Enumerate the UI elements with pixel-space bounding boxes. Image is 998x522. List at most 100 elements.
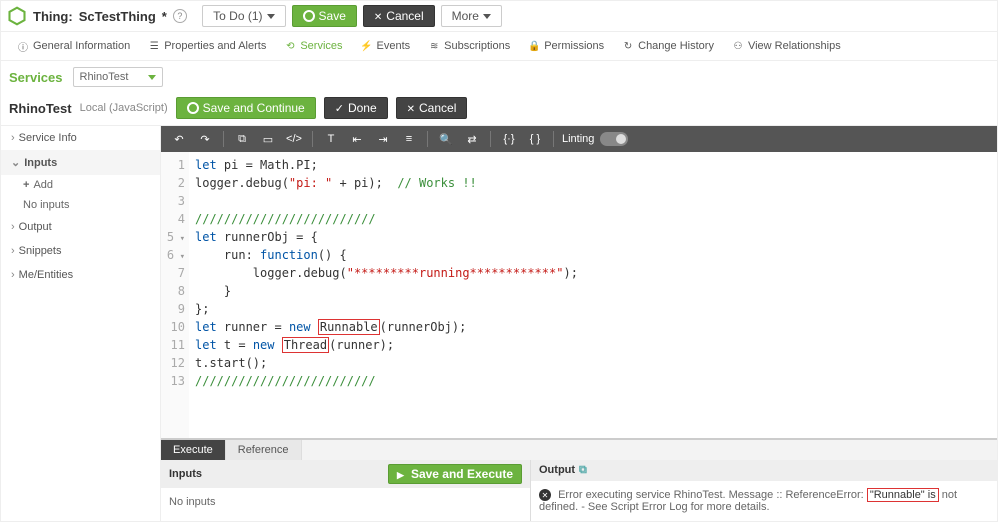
done-button[interactable]: Done [324, 97, 388, 119]
caret-down-icon [483, 14, 491, 19]
service-side-panel: Service Info Inputs Add No inputs Output… [1, 126, 161, 521]
save-label: Save [319, 9, 346, 23]
bottom-tabs: Execute Reference [161, 440, 997, 460]
bolt-icon: ⚡ [361, 40, 373, 52]
inputs-panel: Inputs Save and Execute No inputs [161, 460, 531, 522]
tab-permissions[interactable]: 🔒Permissions [520, 36, 612, 56]
editor-column: ↶ ↷ ⧉ ▭ </> T ⇤ ⇥ ≡ 🔍 ⇄ {·} { } Linting [161, 126, 997, 521]
service-select[interactable]: RhinoTest [73, 67, 163, 87]
side-inputs[interactable]: Inputs [1, 150, 160, 175]
thing-hexagon-icon [7, 6, 27, 26]
linting-label: Linting [562, 133, 594, 145]
cancel-button[interactable]: Cancel [363, 5, 435, 27]
link-icon: ⟲ [284, 40, 296, 52]
linting-toggle[interactable] [600, 132, 628, 146]
output-title: Output [539, 464, 575, 476]
tab-change-history[interactable]: ↻Change History [614, 36, 722, 56]
status-dropdown[interactable]: To Do (1) [202, 5, 285, 27]
replace-button[interactable]: ⇄ [462, 129, 482, 149]
rss-icon: ≋ [428, 40, 440, 52]
ring-icon [303, 10, 315, 22]
output-panel: Output ✕ Error executing service RhinoTe… [531, 460, 997, 522]
refresh-icon: ↻ [622, 40, 634, 52]
side-output[interactable]: Output [1, 215, 160, 239]
save-and-continue-button[interactable]: Save and Continue [176, 97, 316, 119]
highlight-thread: Thread [282, 337, 329, 353]
side-me-entities[interactable]: Me/Entities [1, 263, 160, 287]
dirty-marker: * [162, 9, 167, 24]
fold-button[interactable]: {·} [499, 129, 519, 149]
search-button[interactable]: 🔍 [436, 129, 456, 149]
error-highlight-runnable: "Runnable" is [867, 488, 939, 502]
more-label: More [452, 9, 479, 23]
cancel-icon [374, 9, 382, 23]
comment-button[interactable]: ▭ [258, 129, 278, 149]
services-header: Services RhinoTest [1, 61, 997, 93]
side-snippets[interactable]: Snippets [1, 239, 160, 263]
align-button[interactable]: ≡ [399, 129, 419, 149]
bottom-tab-reference[interactable]: Reference [226, 440, 302, 460]
status-label: To Do (1) [213, 9, 262, 23]
more-dropdown[interactable]: More [441, 5, 502, 27]
tab-events[interactable]: ⚡Events [353, 36, 419, 56]
highlight-runnable: Runnable [318, 319, 380, 335]
cancel-label: Cancel [386, 9, 423, 23]
graph-icon: ⚇ [732, 40, 744, 52]
service-name: RhinoTest [9, 101, 72, 116]
service-kind: Local (JavaScript) [80, 102, 168, 114]
caret-down-icon [148, 75, 156, 80]
service-detail-header: RhinoTest Local (JavaScript) Save and Co… [1, 93, 997, 126]
chevron-right-icon [11, 245, 19, 257]
lock-icon: 🔒 [528, 40, 540, 52]
entity-type-label: Thing: [33, 9, 73, 24]
service-cancel-button[interactable]: Cancel [396, 97, 468, 119]
error-text-prefix: Error executing service RhinoTest. Messa… [558, 489, 867, 501]
ring-icon [187, 102, 199, 114]
entity-tabs: ⓘGeneral Information ☰Properties and Ale… [1, 32, 997, 61]
output-body: ✕ Error executing service RhinoTest. Mes… [531, 481, 997, 522]
save-and-execute-button[interactable]: Save and Execute [388, 464, 522, 484]
chevron-right-icon [11, 132, 19, 144]
popout-icon[interactable] [575, 464, 587, 477]
code-gutter: 12345678910111213 [161, 152, 189, 438]
tab-properties-and-alerts[interactable]: ☰Properties and Alerts [140, 36, 274, 56]
unfold-button[interactable]: { } [525, 129, 545, 149]
tab-view-relationships[interactable]: ⚇View Relationships [724, 36, 849, 56]
services-title: Services [9, 70, 63, 85]
save-button[interactable]: Save [292, 5, 357, 27]
header-bar: Thing: ScTestThing * ? To Do (1) Save Ca… [1, 1, 997, 32]
font-button[interactable]: T [321, 129, 341, 149]
tab-subscriptions[interactable]: ≋Subscriptions [420, 36, 518, 56]
side-inputs-empty: No inputs [1, 195, 160, 215]
bottom-panel: Execute Reference Inputs Save and Execut… [161, 439, 997, 522]
indent-in-button[interactable]: ⇥ [373, 129, 393, 149]
list-icon: ☰ [148, 40, 160, 52]
service-select-value: RhinoTest [80, 71, 129, 83]
side-inputs-add[interactable]: Add [1, 175, 160, 195]
indent-out-button[interactable]: ⇤ [347, 129, 367, 149]
tab-services[interactable]: ⟲Services [276, 36, 350, 56]
chevron-right-icon [11, 269, 19, 281]
chevron-right-icon [11, 221, 19, 233]
bottom-tab-execute[interactable]: Execute [161, 440, 226, 460]
redo-button[interactable]: ↷ [195, 129, 215, 149]
tab-general-information[interactable]: ⓘGeneral Information [9, 36, 138, 56]
entity-name: ScTestThing [79, 9, 156, 24]
code-content[interactable]: let pi = Math.PI;logger.debug("pi: " + p… [189, 152, 997, 438]
cancel-icon [407, 101, 415, 115]
check-icon [335, 101, 344, 115]
help-icon[interactable]: ? [173, 9, 187, 23]
undo-button[interactable]: ↶ [169, 129, 189, 149]
copy-button[interactable]: ⧉ [232, 129, 252, 149]
inputs-body: No inputs [161, 488, 530, 516]
info-icon: ⓘ [17, 40, 29, 52]
inputs-title: Inputs [169, 468, 202, 480]
side-service-info[interactable]: Service Info [1, 126, 160, 150]
error-icon: ✕ [539, 489, 551, 501]
play-icon [397, 467, 407, 481]
chevron-down-icon [11, 157, 24, 169]
code-toolbar: ↶ ↷ ⧉ ▭ </> T ⇤ ⇥ ≡ 🔍 ⇄ {·} { } Linting [161, 126, 997, 152]
code-editor[interactable]: 12345678910111213 let pi = Math.PI;logge… [161, 152, 997, 439]
code-button[interactable]: </> [284, 129, 304, 149]
caret-down-icon [267, 14, 275, 19]
